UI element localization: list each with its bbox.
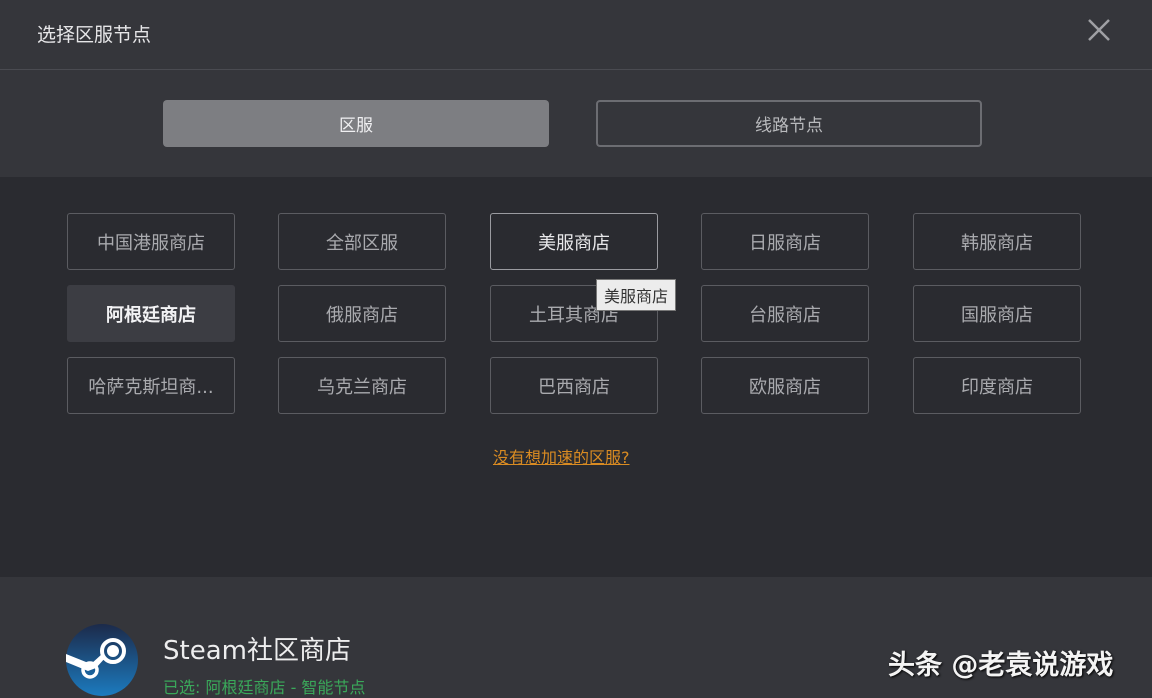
store-tw[interactable]: 台服商店 [701, 285, 869, 342]
store-cn[interactable]: 国服商店 [913, 285, 1081, 342]
steam-icon [66, 624, 138, 696]
watermark: 头条 @老袁说游戏 [888, 650, 1114, 681]
selected-status: 已选: 阿根廷商店 - 智能节点 [163, 678, 366, 697]
store-kr[interactable]: 韩服商店 [913, 213, 1081, 270]
store-all[interactable]: 全部区服 [278, 213, 446, 270]
store-kz[interactable]: 哈萨克斯坦商... [67, 357, 235, 414]
dialog-titlebar: 选择区服节点 [0, 0, 1152, 70]
tooltip: 美服商店 [596, 279, 677, 311]
store-eu[interactable]: 欧服商店 [701, 357, 869, 414]
tab-bar: 区服 线路节点 [0, 70, 1152, 177]
store-ru[interactable]: 俄服商店 [278, 285, 446, 342]
tab-route-node[interactable]: 线路节点 [596, 100, 982, 147]
app-name: Steam社区商店 [163, 636, 351, 666]
store-in[interactable]: 印度商店 [913, 357, 1081, 414]
store-us[interactable]: 美服商店 [490, 213, 658, 270]
tab-region[interactable]: 区服 [163, 100, 549, 147]
store-hk[interactable]: 中国港服商店 [67, 213, 235, 270]
dialog-title: 选择区服节点 [37, 24, 152, 46]
store-ar[interactable]: 阿根廷商店 [67, 285, 235, 342]
close-icon[interactable] [1086, 17, 1112, 43]
missing-region-link[interactable]: 没有想加速的区服? [493, 444, 630, 468]
store-br[interactable]: 巴西商店 [490, 357, 658, 414]
store-jp[interactable]: 日服商店 [701, 213, 869, 270]
store-ua[interactable]: 乌克兰商店 [278, 357, 446, 414]
